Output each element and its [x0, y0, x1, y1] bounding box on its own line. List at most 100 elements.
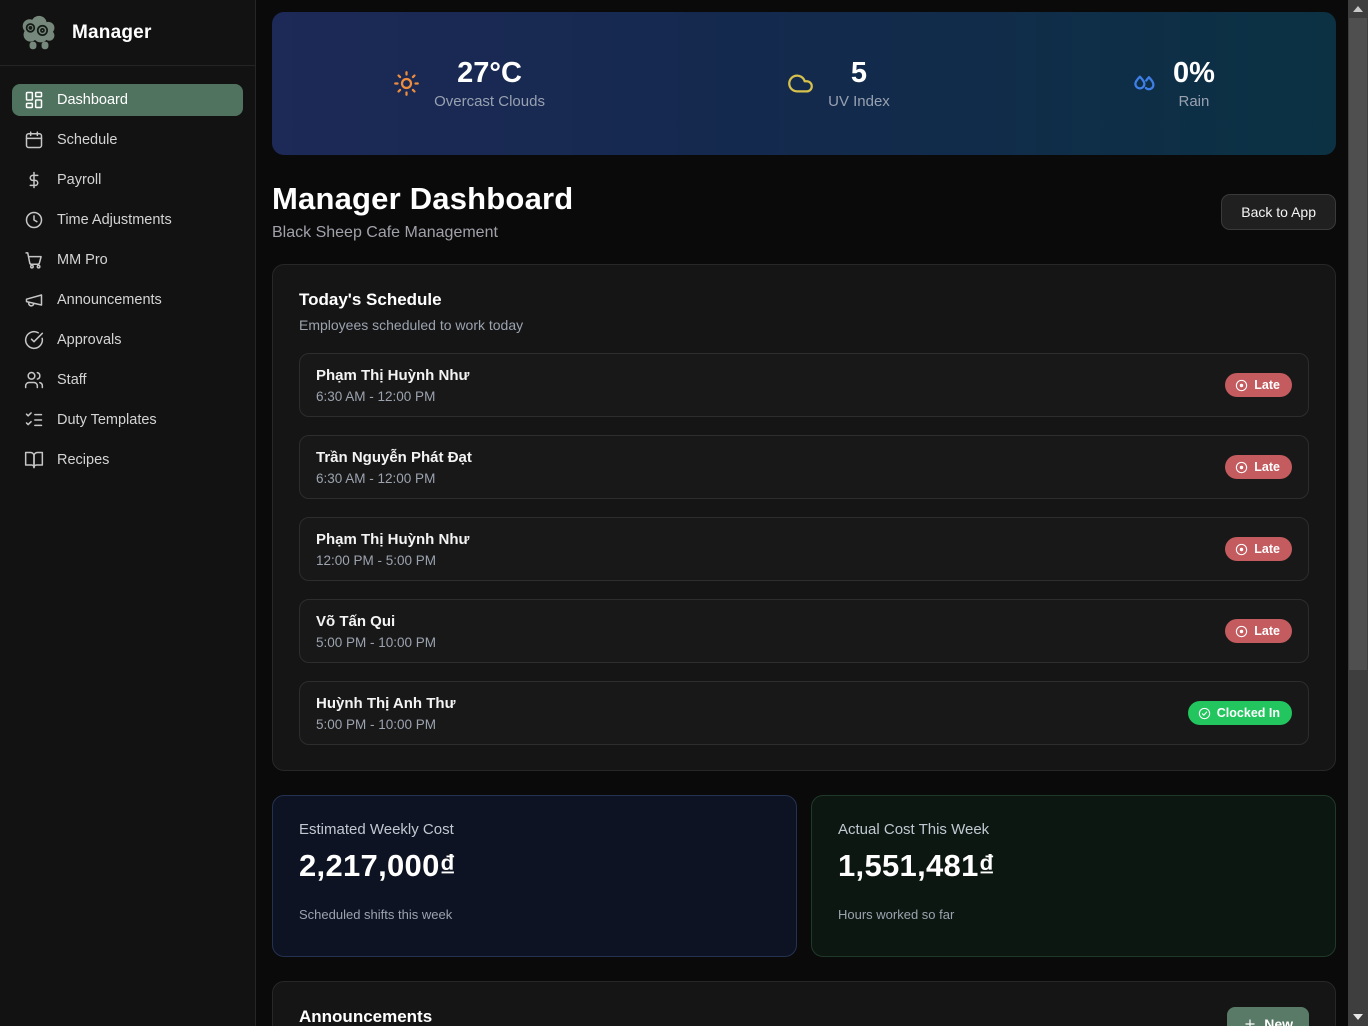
rain-value: 0%: [1173, 57, 1215, 90]
sidebar-item-label: Schedule: [57, 132, 117, 148]
sidebar: Manager Dashboard Schedule Payroll Time Adj…: [0, 0, 256, 1026]
check-circle-icon: [1198, 707, 1211, 720]
calendar-icon: [24, 130, 44, 150]
dollar-icon: [24, 170, 44, 190]
sidebar-nav: Dashboard Schedule Payroll Time Adjustments…: [0, 66, 255, 494]
temperature-value: 27°C: [434, 57, 545, 90]
manager-app: Manager Dashboard Schedule Payroll Time Adj…: [0, 0, 1368, 1026]
new-button-label: New: [1264, 1016, 1293, 1026]
estimated-cost-value: 2,217,000₫: [299, 848, 770, 884]
new-announcement-button[interactable]: New: [1227, 1007, 1309, 1026]
announcements-card: Announcements New: [272, 981, 1336, 1026]
checklist-icon: [24, 410, 44, 430]
sidebar-item-recipes[interactable]: Recipes: [12, 444, 243, 476]
weather-banner: 27°C Overcast Clouds 5 UV Index 0% Rain: [272, 12, 1336, 155]
uv-index-stat: 5 UV Index: [787, 57, 890, 109]
sidebar-item-dashboard[interactable]: Dashboard: [12, 84, 243, 116]
check-circle-icon: [24, 330, 44, 350]
sidebar-item-label: Dashboard: [57, 92, 128, 108]
scroll-down-button[interactable]: [1348, 1008, 1368, 1026]
page-title: Manager Dashboard: [272, 181, 573, 217]
shift-time: 6:30 AM - 12:00 PM: [316, 471, 472, 486]
sidebar-item-payroll[interactable]: Payroll: [12, 164, 243, 196]
status-badge: Late: [1225, 619, 1292, 643]
page-header: Manager Dashboard Black Sheep Cafe Manag…: [272, 181, 1336, 242]
sidebar-item-label: Announcements: [57, 292, 162, 308]
employee-name: Huỳnh Thị Anh Thư: [316, 695, 455, 712]
megaphone-icon: [24, 290, 44, 310]
actual-cost-note: Hours worked so far: [838, 907, 1309, 922]
status-badge-label: Late: [1254, 542, 1280, 556]
plus-icon: [1243, 1017, 1257, 1026]
status-badge-label: Late: [1254, 378, 1280, 392]
status-badge: Clocked In: [1188, 701, 1292, 725]
shift-info: Phạm Thị Huỳnh Như 12:00 PM - 5:00 PM: [316, 531, 469, 568]
weather-condition: Overcast Clouds: [434, 93, 545, 110]
shift-info: Phạm Thị Huỳnh Như 6:30 AM - 12:00 PM: [316, 367, 469, 404]
users-icon: [24, 370, 44, 390]
sidebar-item-approvals[interactable]: Approvals: [12, 324, 243, 356]
employee-name: Trần Nguyễn Phát Đạt: [316, 449, 472, 466]
schedule-card-subtitle: Employees scheduled to work today: [299, 317, 1309, 333]
alert-circle-icon: [1235, 461, 1248, 474]
cart-icon: [24, 250, 44, 270]
sidebar-item-mm-pro[interactable]: MM Pro: [12, 244, 243, 276]
employee-name: Phạm Thị Huỳnh Như: [316, 531, 469, 548]
sidebar-item-schedule[interactable]: Schedule: [12, 124, 243, 156]
actual-cost-card: Actual Cost This Week 1,551,481₫ Hours w…: [811, 795, 1336, 957]
vertical-scrollbar[interactable]: [1348, 0, 1368, 1026]
status-badge-label: Late: [1254, 624, 1280, 638]
scroll-up-button[interactable]: [1348, 0, 1368, 18]
sidebar-item-label: Time Adjustments: [57, 212, 172, 228]
estimated-cost-label: Estimated Weekly Cost: [299, 821, 770, 838]
alert-circle-icon: [1235, 379, 1248, 392]
book-icon: [24, 450, 44, 470]
sidebar-item-duty-templates[interactable]: Duty Templates: [12, 404, 243, 436]
schedule-card-title: Today's Schedule: [299, 290, 1309, 310]
estimated-weekly-cost-card: Estimated Weekly Cost 2,217,000₫ Schedul…: [272, 795, 797, 957]
cloud-icon: [787, 70, 814, 97]
uv-label: UV Index: [828, 93, 890, 110]
sidebar-item-label: Payroll: [57, 172, 101, 188]
scrollbar-thumb[interactable]: [1349, 18, 1367, 670]
sidebar-header: Manager: [0, 0, 255, 66]
shift-time: 12:00 PM - 5:00 PM: [316, 553, 469, 568]
actual-cost-label: Actual Cost This Week: [838, 821, 1309, 838]
actual-cost-value: 1,551,481₫: [838, 848, 1309, 884]
shift-info: Huỳnh Thị Anh Thư 5:00 PM - 10:00 PM: [316, 695, 455, 732]
triangle-down-icon: [1353, 1014, 1363, 1020]
employee-name: Võ Tấn Qui: [316, 613, 436, 630]
page-subtitle: Black Sheep Cafe Management: [272, 224, 573, 242]
back-to-app-button[interactable]: Back to App: [1221, 194, 1336, 230]
dashboard-icon: [24, 90, 44, 110]
status-badge: Late: [1225, 373, 1292, 397]
announcements-title: Announcements: [299, 1007, 432, 1026]
sidebar-item-label: Recipes: [57, 452, 109, 468]
app-title: Manager: [72, 22, 152, 44]
todays-schedule-card: Today's Schedule Employees scheduled to …: [272, 264, 1336, 771]
sidebar-item-announcements[interactable]: Announcements: [12, 284, 243, 316]
droplets-icon: [1132, 70, 1159, 97]
sidebar-item-time-adjustments[interactable]: Time Adjustments: [12, 204, 243, 236]
main-content: 27°C Overcast Clouds 5 UV Index 0% Rain: [256, 0, 1348, 1026]
shift-time: 5:00 PM - 10:00 PM: [316, 717, 455, 732]
sidebar-item-label: Approvals: [57, 332, 121, 348]
sidebar-item-label: MM Pro: [57, 252, 108, 268]
sidebar-item-staff[interactable]: Staff: [12, 364, 243, 396]
cost-cards-row: Estimated Weekly Cost 2,217,000₫ Schedul…: [272, 795, 1336, 957]
weather-temperature-stat: 27°C Overcast Clouds: [393, 57, 545, 109]
schedule-shift-row: Trần Nguyễn Phát Đạt 6:30 AM - 12:00 PM La…: [299, 435, 1309, 499]
shift-time: 6:30 AM - 12:00 PM: [316, 389, 469, 404]
schedule-shift-row: Phạm Thị Huỳnh Như 12:00 PM - 5:00 PM Late: [299, 517, 1309, 581]
rain-label: Rain: [1173, 93, 1215, 110]
status-badge: Late: [1225, 537, 1292, 561]
alert-circle-icon: [1235, 625, 1248, 638]
status-badge: Late: [1225, 455, 1292, 479]
sidebar-item-label: Staff: [57, 372, 87, 388]
triangle-up-icon: [1353, 6, 1363, 12]
sheep-logo-icon: [18, 15, 60, 51]
sidebar-item-label: Duty Templates: [57, 412, 157, 428]
employee-name: Phạm Thị Huỳnh Như: [316, 367, 469, 384]
estimated-cost-note: Scheduled shifts this week: [299, 907, 770, 922]
schedule-shift-row: Phạm Thị Huỳnh Như 6:30 AM - 12:00 PM Late: [299, 353, 1309, 417]
